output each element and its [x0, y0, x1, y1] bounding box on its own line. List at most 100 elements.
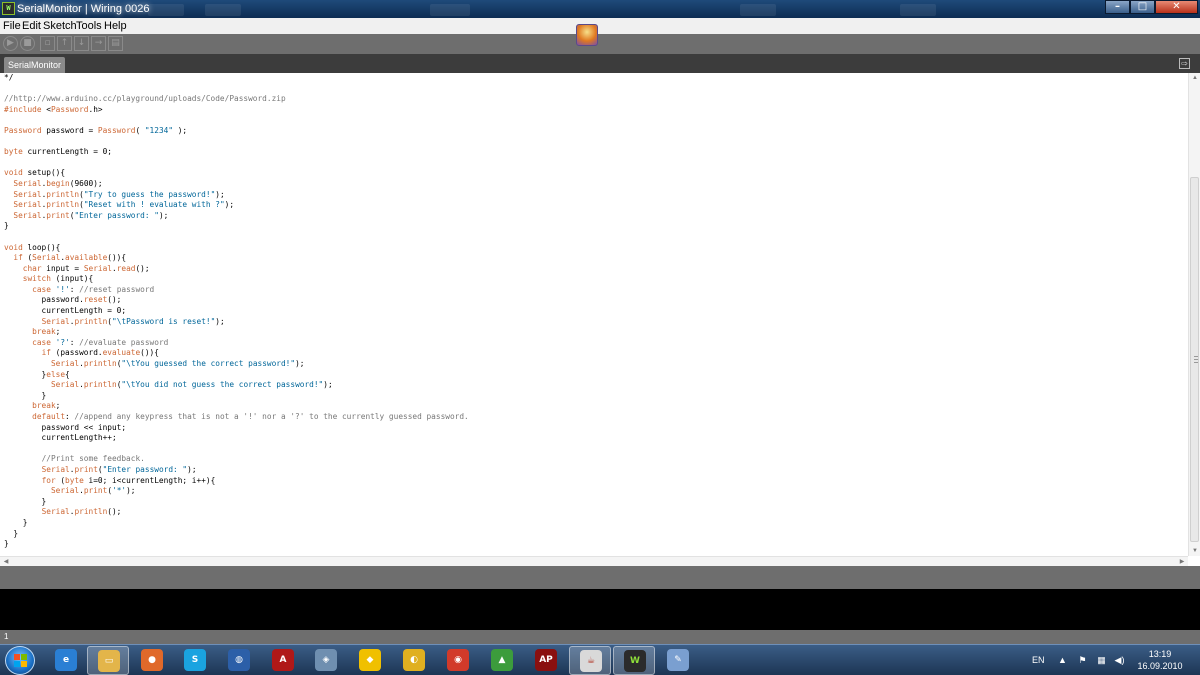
code-line[interactable]: break; [4, 401, 469, 412]
code-line[interactable]: ​ [4, 137, 469, 148]
code-line[interactable]: */ [4, 73, 469, 84]
code-line[interactable]: } [4, 497, 469, 508]
wiring-logo-icon [576, 24, 598, 46]
open-button[interactable]: ↑ [57, 36, 72, 51]
java-icon: ☕ [580, 650, 602, 672]
taskbar-google-earth-button[interactable]: ◍ [218, 646, 260, 675]
menu-tools[interactable]: Tools [76, 19, 102, 33]
code-line[interactable]: if (Serial.available()){ [4, 253, 469, 264]
code-line[interactable]: //Print some feedback. [4, 454, 469, 465]
taskbar-android-tool-button[interactable]: ▲ [481, 646, 523, 675]
code-line[interactable]: void loop(){ [4, 243, 469, 254]
serial-monitor-button[interactable]: ▤ [108, 36, 123, 51]
taskbar-skype-button[interactable]: S [174, 646, 216, 675]
code-line[interactable]: break; [4, 327, 469, 338]
flag-icon[interactable]: ⚑ [1077, 655, 1088, 666]
start-button[interactable] [5, 646, 35, 675]
code-editor[interactable]: */​//http://www.arduino.cc/playground/up… [0, 73, 1200, 556]
scroll-right-icon[interactable]: ▶ [1178, 558, 1186, 566]
code-line[interactable]: currentLength++; [4, 433, 469, 444]
code-line[interactable]: } [4, 518, 469, 529]
close-button[interactable]: ✕ [1155, 0, 1198, 14]
scroll-up-icon[interactable]: ▲ [1191, 74, 1199, 82]
code-line[interactable]: Serial.println("\tYou did not guess the … [4, 380, 469, 391]
network-icon[interactable]: ▦ [1096, 655, 1107, 666]
upload-button[interactable]: → [91, 36, 106, 51]
network-icon: ◈ [315, 649, 337, 671]
code-line[interactable]: ​ [4, 158, 469, 169]
code-line[interactable]: ​ [4, 232, 469, 243]
taskbar-wiring-button[interactable]: W [613, 646, 655, 675]
code-line[interactable]: Password password = Password( "1234" ); [4, 126, 469, 137]
code-line[interactable]: Serial.begin(9600); [4, 179, 469, 190]
taskbar-batman-app-button[interactable]: ◆ [349, 646, 391, 675]
code-line[interactable]: case '?': //evaluate password [4, 338, 469, 349]
code-line[interactable]: } [4, 529, 469, 540]
taskbar-paint-button[interactable]: ✎ [657, 646, 699, 675]
system-clock[interactable]: 13:19 16.09.2010 [1130, 648, 1190, 672]
code-line[interactable]: if (password.evaluate()){ [4, 348, 469, 359]
wiring-app-icon: W [2, 2, 15, 15]
scroll-down-icon[interactable]: ▼ [1191, 547, 1199, 555]
code-line[interactable]: switch (input){ [4, 274, 469, 285]
menu-bar: File Edit Sketch Tools Help [0, 18, 1200, 34]
code-line[interactable]: ​ [4, 84, 469, 95]
taskbar-firefox-button[interactable]: ● [131, 646, 173, 675]
code-line[interactable]: for (byte i=0; i<currentLength; i++){ [4, 476, 469, 487]
vertical-scrollbar[interactable]: ▲ ▼ [1188, 73, 1200, 556]
code-line[interactable]: }else{ [4, 370, 469, 381]
upload-icon: → [94, 38, 103, 48]
code-text[interactable]: */​//http://www.arduino.cc/playground/up… [4, 73, 469, 550]
code-line[interactable]: Serial.println(); [4, 507, 469, 518]
code-line[interactable]: void setup(){ [4, 168, 469, 179]
menu-edit[interactable]: Edit [22, 19, 41, 33]
new-button[interactable]: ▫ [40, 36, 55, 51]
taskbar-ap-app-button[interactable]: AP [525, 646, 567, 675]
code-line[interactable]: #include <Password.h> [4, 105, 469, 116]
code-line[interactable]: password << input; [4, 423, 469, 434]
scroll-thumb[interactable] [1190, 177, 1199, 542]
code-line[interactable]: case '!': //reset password [4, 285, 469, 296]
code-line[interactable]: Serial.println("Try to guess the passwor… [4, 190, 469, 201]
taskbar-windows-explorer-button[interactable]: ▭ [87, 646, 129, 675]
menu-file[interactable]: File [3, 19, 21, 33]
verify-button[interactable]: ▶ [3, 36, 18, 51]
code-line[interactable]: currentLength = 0; [4, 306, 469, 317]
tab-serialmonitor[interactable]: SerialMonitor [4, 57, 65, 73]
code-line[interactable]: password.reset(); [4, 295, 469, 306]
taskbar-feed-app-button[interactable]: ◐ [393, 646, 435, 675]
menu-sketch[interactable]: Sketch [43, 19, 77, 33]
scroll-left-icon[interactable]: ◀ [2, 558, 10, 566]
taskbar-chrome-button[interactable]: ◉ [437, 646, 479, 675]
save-button[interactable]: ↓ [74, 36, 89, 51]
language-indicator[interactable]: EN [1032, 645, 1045, 675]
taskbar-internet-explorer-button[interactable]: e [45, 646, 87, 675]
taskbar-java-button[interactable]: ☕ [569, 646, 611, 675]
menu-help[interactable]: Help [104, 19, 127, 33]
taskbar-network-tool-button[interactable]: ◈ [305, 646, 347, 675]
code-line[interactable]: } [4, 391, 469, 402]
code-line[interactable]: char input = Serial.read(); [4, 264, 469, 275]
code-line[interactable]: } [4, 221, 469, 232]
code-line[interactable]: Serial.println("Reset with ! evaluate wi… [4, 200, 469, 211]
code-line[interactable]: Serial.println("\tYou guessed the correc… [4, 359, 469, 370]
code-line[interactable]: byte currentLength = 0; [4, 147, 469, 158]
code-line[interactable]: Serial.print("Enter password: "); [4, 465, 469, 476]
line-number: 1 [4, 632, 9, 641]
volume-icon[interactable]: ◀) [1114, 655, 1125, 666]
code-line[interactable]: default: //append any keypress that is n… [4, 412, 469, 423]
tab-menu-button[interactable]: ⇨ [1179, 58, 1190, 69]
taskbar-acrobat-button[interactable]: A [262, 646, 304, 675]
code-line[interactable]: } [4, 539, 469, 550]
maximize-button[interactable]: □ [1130, 0, 1155, 14]
code-line[interactable]: //http://www.arduino.cc/playground/uploa… [4, 94, 469, 105]
horizontal-scrollbar[interactable]: ◀ ▶ [0, 556, 1188, 566]
stop-button[interactable]: ■ [20, 36, 35, 51]
minimize-button[interactable]: – [1105, 0, 1130, 14]
chevron-up-icon[interactable]: ▲ [1057, 655, 1068, 666]
code-line[interactable]: Serial.print("Enter password: "); [4, 211, 469, 222]
code-line[interactable]: Serial.println("\tPassword is reset!"); [4, 317, 469, 328]
code-line[interactable]: ​ [4, 444, 469, 455]
code-line[interactable]: Serial.print('*'); [4, 486, 469, 497]
code-line[interactable]: ​ [4, 115, 469, 126]
